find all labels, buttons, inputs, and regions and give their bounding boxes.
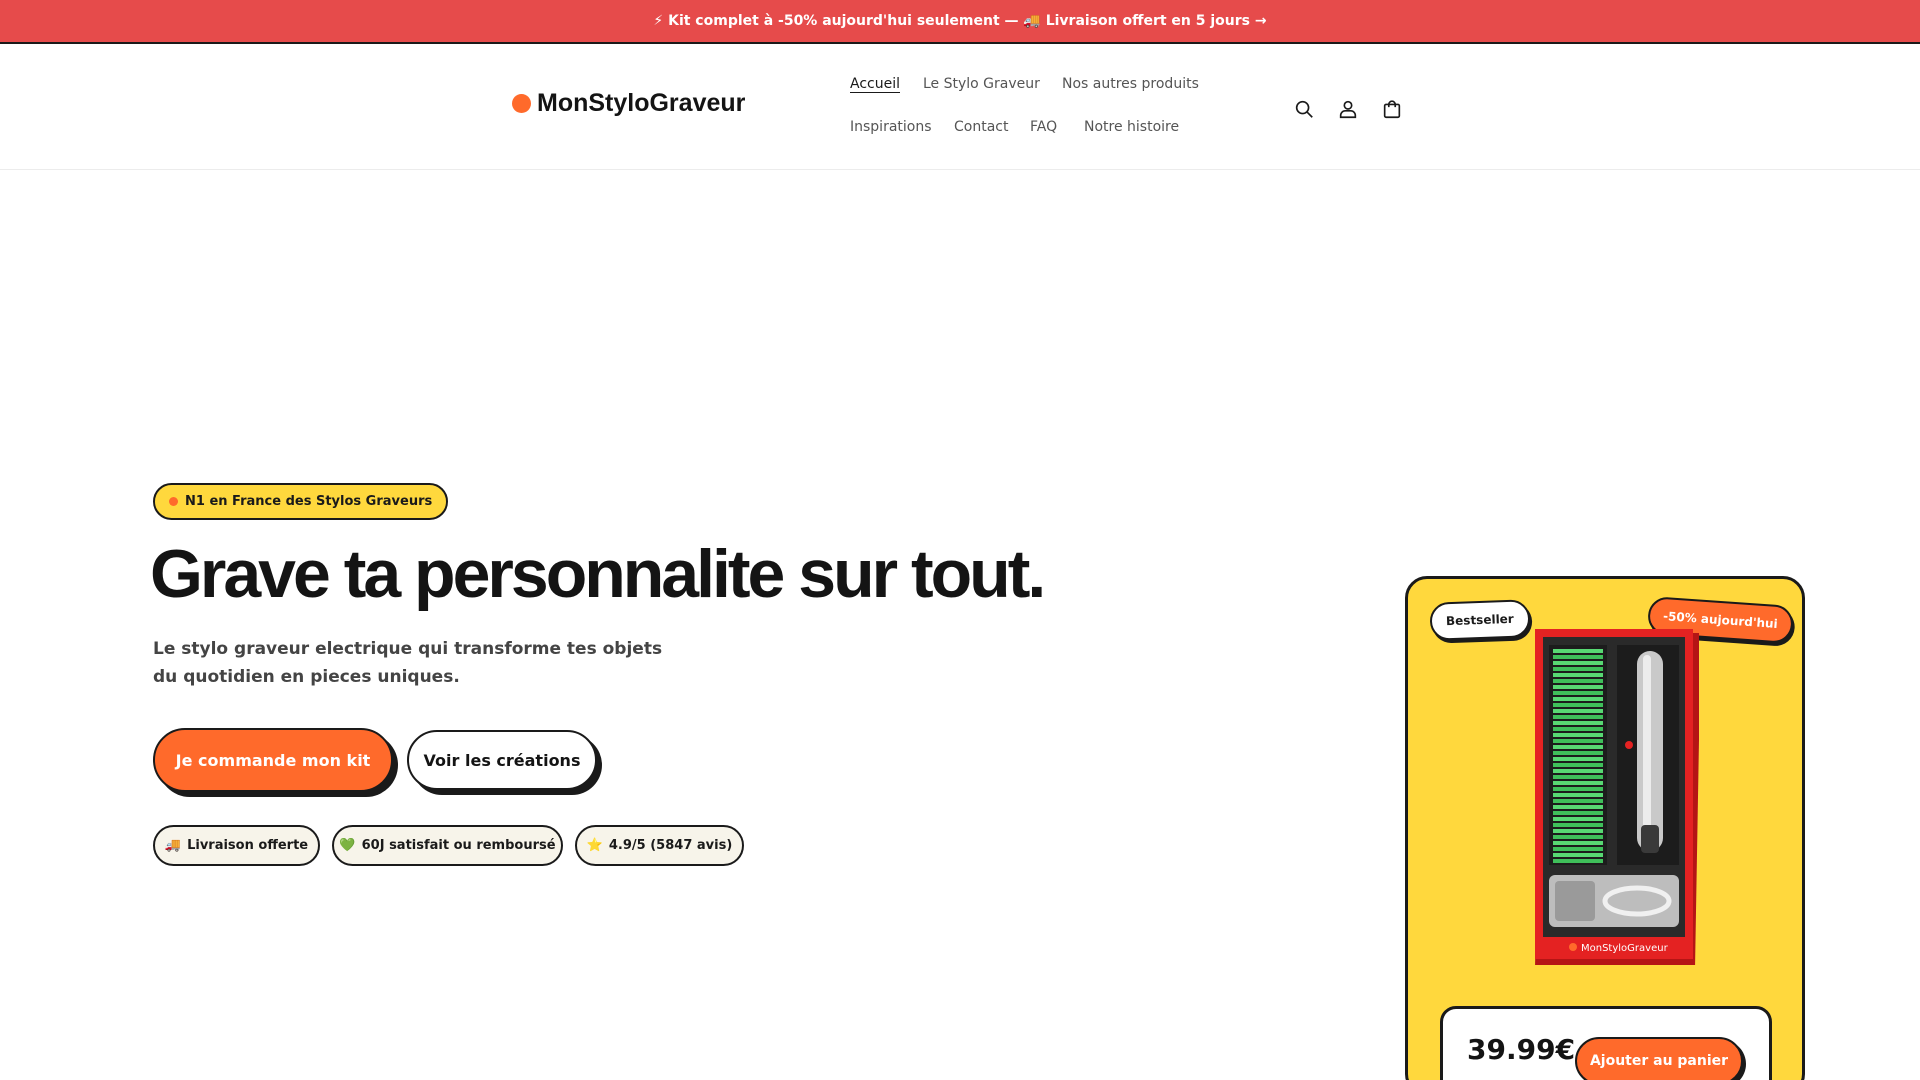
trust-dot-icon [169, 497, 178, 506]
logo-dot-icon [512, 94, 531, 113]
price-box: 39.99€ Ajouter au panier [1440, 1006, 1772, 1080]
cart-icon[interactable] [1379, 96, 1405, 122]
nav-item-le-stylo-graveur[interactable]: Le Stylo Graveur [923, 76, 1040, 92]
search-icon[interactable] [1291, 96, 1317, 122]
badge-money-back: 💚 60J satisfait ou remboursé [332, 825, 563, 866]
view-creations-button[interactable]: Voir les créations [407, 730, 597, 790]
trust-pill-text: N1 en France des Stylos Graveurs [185, 494, 433, 509]
site-header: MonStyloGraveur Accueil Le Stylo Graveur… [0, 44, 1920, 170]
bestseller-tag: Bestseller [1429, 599, 1531, 641]
order-kit-button[interactable]: Je commande mon kit [153, 728, 393, 792]
hero-title: Grave ta personnalite sur tout. [150, 536, 1046, 612]
nav-item-notre-histoire[interactable]: Notre histoire [1084, 119, 1179, 135]
badge-text: 4.9/5 (5847 avis) [608, 838, 733, 853]
badge-free-delivery: 🚚 Livraison offerte [153, 825, 320, 866]
brand-logo[interactable]: MonStyloGraveur [512, 89, 745, 118]
product-image[interactable]: MonStyloGraveur [1529, 625, 1701, 965]
nav-item-nos-autres-produits[interactable]: Nos autres produits [1062, 76, 1199, 92]
badge-text: Livraison offerte [187, 838, 309, 853]
announcement-text: ⚡ Kit complet à -50% aujourd'hui seuleme… [653, 13, 1267, 29]
badge-rating: ⭐ 4.9/5 (5847 avis) [575, 825, 744, 866]
product-card[interactable]: Bestseller -50% aujourd'hui MonStyloGrav… [1405, 576, 1805, 1080]
product-price: 39.99€ [1467, 1033, 1576, 1066]
add-to-cart-button[interactable]: Ajouter au panier [1575, 1037, 1743, 1080]
hero-subtitle: Le stylo graveur electrique qui transfor… [153, 639, 663, 687]
truck-icon: 🚚 [164, 838, 182, 853]
trust-pill: N1 en France des Stylos Graveurs [153, 483, 449, 520]
nav-item-inspirations[interactable]: Inspirations [850, 119, 932, 135]
badge-text: 60J satisfait ou remboursé [361, 838, 556, 853]
nav-item-faq[interactable]: FAQ [1030, 119, 1057, 135]
product-box-label: MonStyloGraveur [1581, 943, 1669, 954]
nav-item-contact[interactable]: Contact [954, 119, 1008, 135]
green-heart-icon: 💚 [339, 838, 356, 853]
account-icon[interactable] [1335, 96, 1361, 122]
star-icon: ⭐ [586, 838, 603, 853]
nav-item-accueil[interactable]: Accueil [850, 76, 900, 92]
brand-name: MonStyloGraveur [537, 89, 746, 117]
announcement-bar[interactable]: ⚡ Kit complet à -50% aujourd'hui seuleme… [0, 0, 1920, 44]
